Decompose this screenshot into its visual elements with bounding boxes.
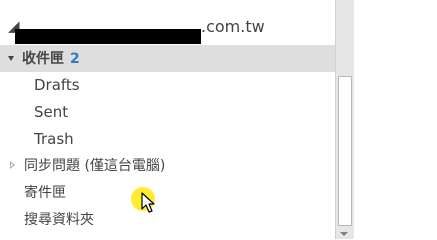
folder-outbox-label: 寄件匣 xyxy=(24,185,66,201)
redacted-account-name xyxy=(15,29,201,44)
folder-pane: ◢ .com.tw 收件匣 2 Drafts Sent Trash 同步問題 (僅… xyxy=(0,0,335,239)
folder-trash[interactable]: Trash xyxy=(0,126,335,153)
folder-search-folders[interactable]: 搜尋資料夾 xyxy=(0,207,335,234)
unread-count-badge: 2 xyxy=(70,51,80,67)
folder-sync-issues[interactable]: 同步問題 (僅這台電腦) xyxy=(0,153,335,180)
account-header[interactable]: ◢ .com.tw xyxy=(0,12,335,44)
folder-inbox-label: 收件匣 xyxy=(22,51,64,67)
folder-sync-issues-label: 同步問題 (僅這台電腦) xyxy=(24,158,166,174)
mouse-pointer-icon xyxy=(141,192,155,213)
folder-inbox[interactable]: 收件匣 2 xyxy=(0,45,335,72)
folder-outbox[interactable]: 寄件匣 xyxy=(0,180,335,207)
folder-search-folders-label: 搜尋資料夾 xyxy=(24,212,94,228)
folder-sent-label: Sent xyxy=(34,103,69,121)
triangle-down-icon[interactable] xyxy=(8,56,14,61)
scroll-down-arrow-icon[interactable] xyxy=(340,232,348,236)
scrollbar-thumb[interactable] xyxy=(338,76,352,226)
triangle-right-icon[interactable] xyxy=(10,161,15,169)
folder-sent[interactable]: Sent xyxy=(0,99,335,126)
account-domain: .com.tw xyxy=(201,17,265,36)
folder-trash-label: Trash xyxy=(34,130,74,148)
folder-drafts[interactable]: Drafts xyxy=(0,72,335,99)
folder-drafts-label: Drafts xyxy=(34,76,80,94)
vertical-scrollbar[interactable] xyxy=(335,0,354,239)
